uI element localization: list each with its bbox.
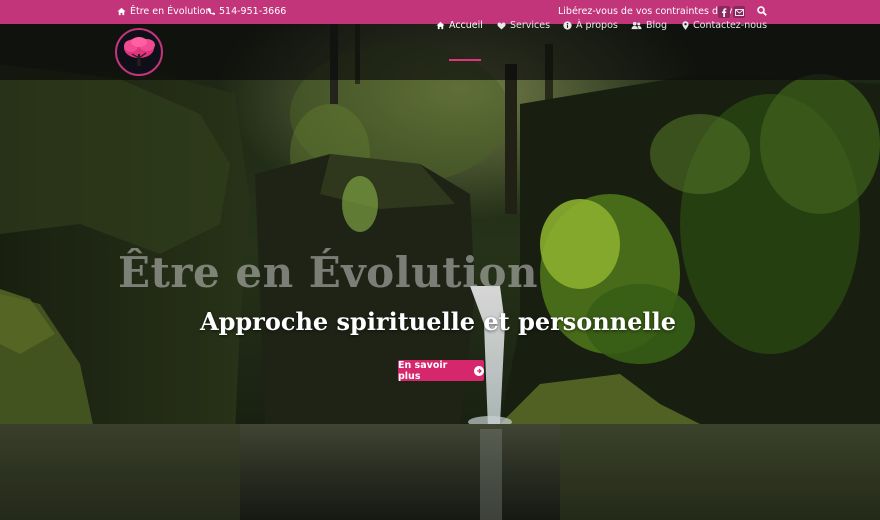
nav-item-services[interactable]: Services: [497, 20, 550, 31]
location-pin-icon: [682, 21, 689, 30]
slogan-text: Libérez-vous de vos contraintes de vie!: [558, 6, 745, 17]
email-button[interactable]: [733, 6, 745, 18]
hero-subtitle: Approche spirituelle et personnelle: [200, 307, 676, 336]
nav-item-accueil[interactable]: Accueil: [436, 20, 483, 31]
tree-logo-icon: [124, 37, 155, 66]
phone-icon: [207, 8, 215, 15]
search-button[interactable]: [757, 6, 767, 16]
learn-more-button[interactable]: En savoir plus: [398, 359, 484, 382]
nav-label: Contactez-nous: [693, 20, 768, 31]
site-name-link[interactable]: Être en Évolution: [117, 6, 211, 17]
nav-label: Blog: [646, 20, 667, 31]
heart-icon: [497, 22, 506, 30]
email-icon: [734, 8, 744, 16]
users-icon: [631, 21, 642, 30]
home-icon: [436, 21, 445, 30]
info-icon: [563, 21, 572, 30]
phone-number: 514-951-3666: [219, 6, 287, 17]
site-name: Être en Évolution: [130, 6, 212, 17]
active-nav-indicator: [449, 59, 481, 61]
phone-link[interactable]: 514-951-3666: [207, 6, 286, 17]
nav-label: À propos: [576, 20, 618, 31]
facebook-button[interactable]: [718, 6, 730, 18]
hero-title: Être en Évolution: [118, 248, 539, 297]
main-header: [0, 24, 880, 80]
facebook-icon: [722, 7, 727, 17]
home-icon: [117, 7, 126, 16]
nav-item-contactez-nous[interactable]: Contactez-nous: [682, 20, 767, 31]
site-logo[interactable]: [115, 28, 163, 76]
nav-label: Services: [510, 20, 551, 31]
slogan: Libérez-vous de vos contraintes de vie!: [558, 6, 745, 17]
nav-label: Accueil: [449, 20, 483, 31]
nav-item-a-propos[interactable]: À propos: [563, 20, 618, 31]
cta-label: En savoir plus: [398, 359, 448, 382]
nav-item-blog[interactable]: Blog: [631, 20, 667, 31]
arrow-right-circle-icon: [474, 365, 484, 376]
search-icon: [757, 6, 767, 16]
